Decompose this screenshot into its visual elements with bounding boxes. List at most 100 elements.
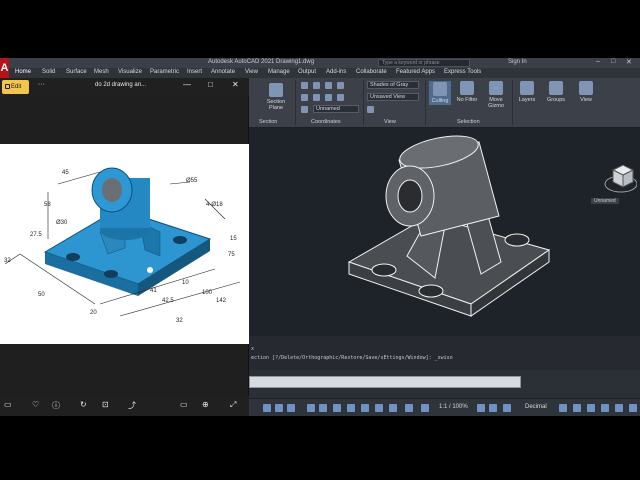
annotation-visibility-icon[interactable] xyxy=(421,404,429,412)
gizmo-toggle-icon[interactable] xyxy=(405,404,413,412)
view-manager-icon[interactable] xyxy=(367,106,374,113)
culling-button[interactable]: Culling xyxy=(429,81,451,105)
ucs-world-icon[interactable] xyxy=(313,82,320,89)
dim-label: 27.5 xyxy=(30,232,42,238)
tab-output[interactable]: Output xyxy=(298,69,316,75)
tab-manage[interactable]: Manage xyxy=(268,69,290,75)
command-close-marker[interactable]: x xyxy=(251,346,254,352)
visual-style-dropdown[interactable]: Shades of Gray xyxy=(367,81,419,89)
layers-icon xyxy=(520,81,534,95)
photo-viewer-footer: ▭ ♡ ⓘ ↻ ⊡ ⤴ ▭ ⊕ ⤢ xyxy=(0,396,249,416)
command-history: x ection [?/Delete/Orthographic/Restore/… xyxy=(249,336,640,370)
boss-bore xyxy=(397,179,423,213)
no-filter-button[interactable]: No Filter xyxy=(455,81,479,103)
panel-divider xyxy=(295,80,296,125)
dim-label: 20 xyxy=(90,310,97,316)
sign-in-link[interactable]: Sign In xyxy=(508,59,527,65)
polar-icon[interactable] xyxy=(275,404,283,412)
edit-button[interactable]: Edit xyxy=(2,80,29,94)
clean-screen-icon[interactable] xyxy=(615,404,623,412)
tab-parametric[interactable]: Parametric xyxy=(150,69,179,75)
selection-cycling-icon[interactable] xyxy=(389,404,397,412)
tab-express-tools[interactable]: Express Tools xyxy=(444,69,481,75)
drawing-viewport[interactable]: Unnamed xyxy=(249,128,640,336)
ucs-x-icon[interactable] xyxy=(337,82,344,89)
window-title: Autodesk AutoCAD 2021 Drawing1.dwg xyxy=(208,59,315,65)
tab-visualize[interactable]: Visualize xyxy=(118,69,142,75)
viewcube-icon xyxy=(604,164,638,193)
hardware-acceleration-icon[interactable] xyxy=(601,404,609,412)
share-icon[interactable]: ⤴ xyxy=(128,400,136,411)
ucs-icon[interactable] xyxy=(301,82,308,89)
viewer-minimize-button[interactable]: — xyxy=(183,80,191,89)
workspace-gear-icon[interactable] xyxy=(477,404,485,412)
viewer-close-button[interactable]: ✕ xyxy=(232,80,239,89)
rotate-icon[interactable]: ↻ xyxy=(80,400,87,409)
annotation-scale[interactable]: 1:1 / 100% xyxy=(439,404,468,410)
maximize-icon[interactable]: □ xyxy=(611,58,615,65)
ucs-view-icon[interactable] xyxy=(325,94,332,101)
zoom-icon[interactable]: ⊕ xyxy=(202,400,209,409)
search-input[interactable]: Type a keyword or phrase xyxy=(378,59,470,67)
ucs-3point-icon[interactable] xyxy=(301,106,308,113)
snap-icon[interactable] xyxy=(319,404,327,412)
section-plane-button[interactable]: Section Plane xyxy=(261,83,291,111)
tab-add-ins[interactable]: Add-ins xyxy=(326,69,346,75)
move-gizmo-button[interactable]: Move Gizmo xyxy=(483,81,509,109)
units-readout[interactable]: Decimal xyxy=(525,404,547,410)
otrack-icon[interactable] xyxy=(347,404,355,412)
minimize-icon[interactable]: – xyxy=(596,58,600,65)
transparency-icon[interactable] xyxy=(375,404,383,412)
slideshow-icon[interactable]: ▭ xyxy=(4,400,12,409)
osnap-icon[interactable] xyxy=(287,404,295,412)
info-icon[interactable]: ⓘ xyxy=(52,400,60,411)
plus-icon[interactable] xyxy=(489,404,497,412)
ucs-object-icon[interactable] xyxy=(313,94,320,101)
customization-icon[interactable] xyxy=(629,404,637,412)
tab-solid[interactable]: Solid xyxy=(42,69,55,75)
ucs-face-icon[interactable] xyxy=(301,94,308,101)
favorite-icon[interactable]: ♡ xyxy=(32,400,39,409)
isolate-objects-icon[interactable] xyxy=(587,404,595,412)
close-icon[interactable]: ✕ xyxy=(626,58,632,66)
more-options-icon[interactable]: ··· xyxy=(38,81,45,88)
crop-icon[interactable]: ⊡ xyxy=(102,400,109,409)
viewer-restore-button[interactable]: □ xyxy=(208,80,213,89)
hole xyxy=(371,263,397,277)
grid-icon[interactable] xyxy=(307,404,315,412)
tab-collaborate[interactable]: Collaborate xyxy=(356,69,387,75)
lock-ui-icon[interactable] xyxy=(573,404,581,412)
command-input[interactable] xyxy=(249,376,521,388)
layers-button[interactable]: Layers xyxy=(515,81,539,103)
tab-featured-apps[interactable]: Featured Apps xyxy=(396,69,435,75)
tab-view[interactable]: View xyxy=(245,69,258,75)
viewcube-ucs-label[interactable]: Unnamed xyxy=(591,198,619,204)
dim-label: 32 xyxy=(4,258,11,264)
view-button[interactable]: View xyxy=(573,81,599,103)
ucs-y-icon[interactable] xyxy=(337,94,344,101)
tab-insert[interactable]: Insert xyxy=(187,69,202,75)
tab-home[interactable]: Home xyxy=(15,69,31,75)
dim-label: 58 xyxy=(44,202,51,208)
fullscreen-icon[interactable]: ⤢ xyxy=(230,400,236,410)
lineweight-icon[interactable] xyxy=(361,404,369,412)
hole xyxy=(66,253,80,261)
groups-button[interactable]: Groups xyxy=(543,81,569,103)
named-view-dropdown[interactable]: Unsaved View xyxy=(367,93,419,101)
tab-surface[interactable]: Surface xyxy=(66,69,87,75)
dim-label: 142 xyxy=(216,298,227,304)
viewcube[interactable] xyxy=(601,156,638,204)
ucs-named-dropdown[interactable]: Unnamed xyxy=(313,105,359,113)
tab-mesh[interactable]: Mesh xyxy=(94,69,109,75)
dim-label: 32 xyxy=(176,318,183,324)
fit-icon[interactable]: ▭ xyxy=(180,400,188,409)
quick-properties-icon[interactable] xyxy=(559,404,567,412)
filter-icon xyxy=(460,81,474,95)
panel-divider xyxy=(363,80,364,125)
3d-osnap-icon[interactable] xyxy=(333,404,341,412)
ortho-icon[interactable] xyxy=(263,404,271,412)
annotation-monitor-icon[interactable] xyxy=(503,404,511,412)
ucs-origin-icon[interactable] xyxy=(325,82,332,89)
tab-annotate[interactable]: Annotate xyxy=(211,69,235,75)
autocad-logo[interactable]: A xyxy=(0,58,9,78)
